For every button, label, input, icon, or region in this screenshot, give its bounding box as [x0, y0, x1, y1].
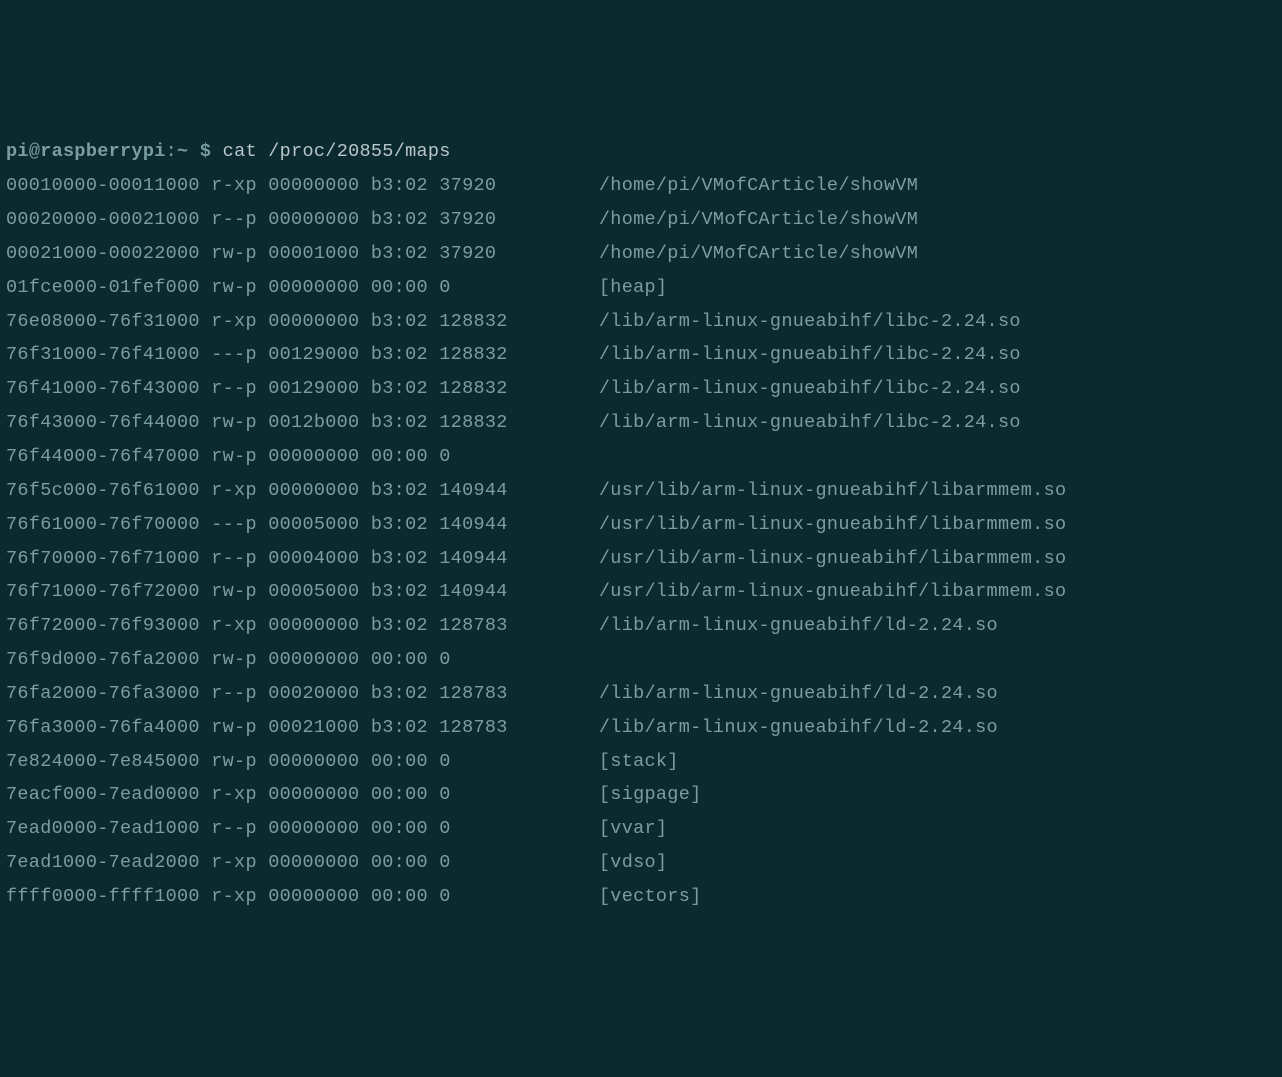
maps-line: 00010000-00011000 r-xp 00000000 b3:02 37… [6, 175, 918, 196]
maps-line: 76f31000-76f41000 ---p 00129000 b3:02 12… [6, 344, 1021, 365]
maps-line: 00021000-00022000 rw-p 00001000 b3:02 37… [6, 243, 918, 264]
maps-line: 7ead0000-7ead1000 r--p 00000000 00:00 0 … [6, 818, 667, 839]
prompt-dollar: $ [188, 141, 222, 162]
maps-line: ffff0000-ffff1000 r-xp 00000000 00:00 0 … [6, 886, 702, 907]
prompt-host: raspberrypi [40, 141, 165, 162]
maps-line: 01fce000-01fef000 rw-p 00000000 00:00 0 … [6, 277, 667, 298]
maps-line: 76f41000-76f43000 r--p 00129000 b3:02 12… [6, 378, 1021, 399]
prompt-at: @ [29, 141, 40, 162]
maps-line: 76f5c000-76f61000 r-xp 00000000 b3:02 14… [6, 480, 1066, 501]
terminal-window[interactable]: pi@raspberrypi:~ $ cat /proc/20855/maps … [6, 135, 1282, 907]
maps-line: 7e824000-7e845000 rw-p 00000000 00:00 0 … [6, 751, 679, 772]
maps-line: 76f71000-76f72000 rw-p 00005000 b3:02 14… [6, 581, 1066, 602]
maps-line: 76f61000-76f70000 ---p 00005000 b3:02 14… [6, 514, 1066, 535]
maps-line: 7ead1000-7ead2000 r-xp 00000000 00:00 0 … [6, 852, 667, 873]
maps-line: 76fa3000-76fa4000 rw-p 00021000 b3:02 12… [6, 717, 998, 738]
command-text: cat /proc/20855/maps [223, 141, 451, 162]
maps-line: 76f43000-76f44000 rw-p 0012b000 b3:02 12… [6, 412, 1021, 433]
maps-line: 76f70000-76f71000 r--p 00004000 b3:02 14… [6, 548, 1066, 569]
maps-line: 00020000-00021000 r--p 00000000 b3:02 37… [6, 209, 918, 230]
maps-line: 76fa2000-76fa3000 r--p 00020000 b3:02 12… [6, 683, 998, 704]
maps-line: 76f72000-76f93000 r-xp 00000000 b3:02 12… [6, 615, 998, 636]
maps-output: 00010000-00011000 r-xp 00000000 b3:02 37… [6, 169, 1282, 914]
prompt-path: ~ [177, 141, 188, 162]
maps-line: 76e08000-76f31000 r-xp 00000000 b3:02 12… [6, 311, 1021, 332]
prompt-colon: : [166, 141, 177, 162]
maps-line: 7eacf000-7ead0000 r-xp 00000000 00:00 0 … [6, 784, 702, 805]
maps-line: 76f9d000-76fa2000 rw-p 00000000 00:00 0 [6, 649, 599, 670]
prompt-user: pi [6, 141, 29, 162]
maps-line: 76f44000-76f47000 rw-p 00000000 00:00 0 [6, 446, 599, 467]
